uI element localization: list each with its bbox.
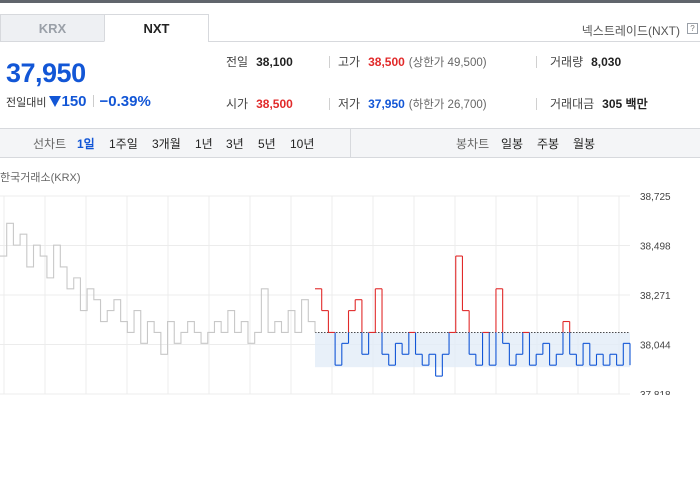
down-arrow-icon	[49, 96, 62, 107]
price-block: 37,950	[6, 58, 86, 89]
chart-toolbar: 선차트 1일 1주일 3개월 1년 3년 5년 10년 봉차트 일봉 주봉 월봉	[0, 128, 700, 158]
period-3y[interactable]: 3년	[226, 135, 244, 152]
stat-volume: 거래량 8,030	[550, 52, 621, 72]
period-1d[interactable]: 1일	[77, 135, 95, 152]
line-chart-label: 선차트	[33, 137, 67, 151]
stats-panel: 전일 38,100 고가 38,500 (상한가 49,500) 거래량 8,030 시…	[216, 50, 700, 122]
period-3m[interactable]: 3개월	[152, 135, 181, 152]
stat-value: 38,100	[256, 55, 293, 69]
period-10y[interactable]: 10년	[290, 135, 314, 152]
stat-low: 저가 37,950 (하한가 26,700)	[338, 94, 487, 114]
stat-value: 38,500	[368, 55, 405, 69]
stat-label: 전일	[226, 55, 249, 69]
divider	[536, 98, 537, 110]
chart-y-ticks: 38,725 38,498 38,271 38,044 37,818	[640, 192, 671, 395]
period-daily[interactable]: 일봉	[501, 135, 523, 152]
divider	[329, 98, 330, 110]
y-tick-label: 38,271	[640, 291, 671, 302]
y-tick-label: 38,044	[640, 341, 671, 352]
stat-label: 고가	[338, 55, 361, 69]
stat-sub: (상한가 49,500)	[408, 57, 487, 69]
stat-sub: (하한가 26,700)	[408, 99, 487, 111]
change-amount: 150	[61, 93, 87, 110]
chart-venue-label: 한국거래소(KRX)	[0, 172, 81, 184]
divider	[329, 56, 330, 68]
help-icon[interactable]: ?	[687, 23, 698, 34]
change-percent: −0.39%	[99, 93, 151, 110]
y-tick-label: 38,498	[640, 242, 671, 253]
stat-label: 저가	[338, 97, 361, 111]
series-line-krx	[0, 222, 316, 355]
period-weekly[interactable]: 주봉	[537, 135, 559, 152]
stat-open: 시가 38,500	[226, 94, 293, 114]
tab-krx[interactable]: KRX	[0, 14, 105, 42]
stat-label: 거래대금	[550, 97, 595, 111]
stat-amount: 거래대금 305 백만	[550, 94, 648, 114]
tabs-divider	[208, 41, 700, 42]
divider	[536, 56, 537, 68]
change-row: 전일대비 150 −0.39%	[6, 93, 151, 111]
divider	[92, 95, 94, 107]
y-tick-label: 38,725	[640, 192, 671, 203]
period-1w[interactable]: 1주일	[109, 135, 138, 152]
period-monthly[interactable]: 월봉	[573, 135, 595, 152]
period-5y[interactable]: 5년	[258, 135, 276, 152]
period-1y[interactable]: 1년	[195, 135, 213, 152]
current-price: 37,950	[6, 58, 86, 88]
candle-chart-label: 봉차트	[456, 137, 490, 151]
change-label: 전일대비	[6, 97, 47, 109]
stat-label: 시가	[226, 97, 249, 111]
stat-value: 8,030	[591, 55, 622, 69]
tab-nxt[interactable]: NXT	[104, 14, 209, 42]
stat-label: 거래량	[550, 55, 584, 69]
stat-prev-close: 전일 38,100	[226, 52, 293, 72]
toolbar-divider	[350, 129, 351, 157]
venue-label: 넥스트레이드(NXT)	[581, 24, 680, 38]
stat-value: 38,500	[256, 97, 293, 111]
stat-value: 305 백만	[602, 97, 648, 111]
price-chart: 38,725 38,498 38,271 38,044 37,818	[0, 192, 671, 395]
stat-high: 고가 38,500 (상한가 49,500)	[338, 52, 487, 72]
top-border	[0, 0, 700, 3]
y-tick-label: 37,818	[640, 390, 671, 395]
stat-value: 37,950	[368, 97, 405, 111]
